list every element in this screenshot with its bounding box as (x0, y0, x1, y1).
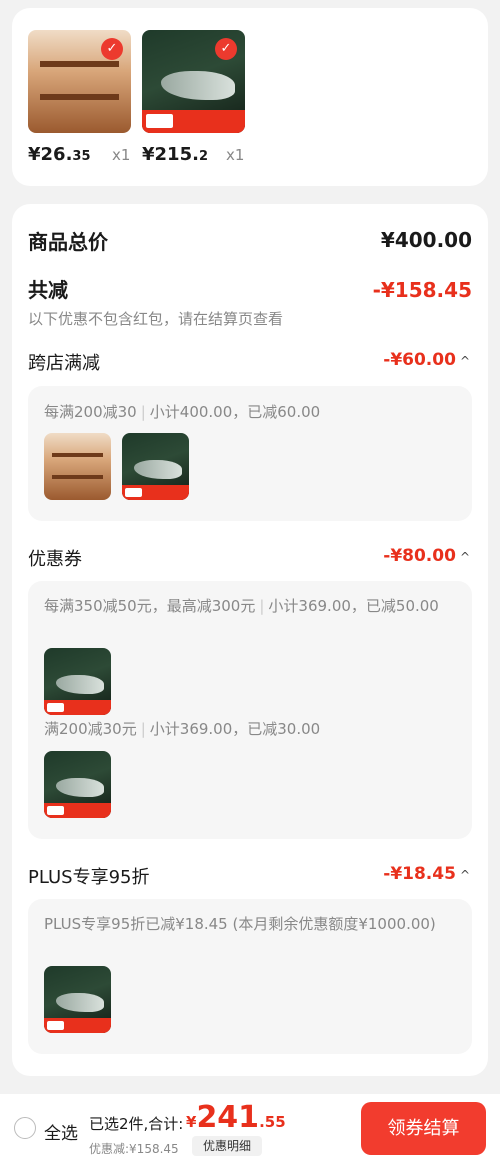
selected-count-text: 已选2件,合计: (89, 1115, 184, 1133)
item-price: ¥26.35 (28, 144, 91, 165)
coupon-title: 优惠券 (28, 549, 82, 570)
item-image-shoe (44, 648, 111, 715)
plus-detail: PLUS专享95折已减¥18.45 (本月剩余优惠额度¥1000.00) (44, 915, 436, 933)
item-quantity: x1 (226, 146, 245, 164)
coupon-detail-2: 小计369.00，已减30.00 (149, 720, 321, 738)
item-image-shoe (44, 751, 111, 818)
cross-store-box: 每满200减30 | 小计400.00，已减60.00 (28, 386, 472, 521)
select-all-radio[interactable] (14, 1117, 36, 1139)
chevron-up-icon: ^ (459, 868, 470, 882)
cross-store-rule: 每满200减30 (44, 403, 137, 421)
total-price-value: ¥400.00 (380, 228, 472, 252)
total-reduce-label: 共减 (28, 278, 68, 302)
selected-items-card: ✓ ✓ ¥26.35 x1 ¥215.2 x1 (12, 8, 488, 186)
item-image-shoe (44, 966, 111, 1033)
coupon-toggle[interactable]: -¥80.00 ^ (383, 546, 470, 566)
coupon-detail-1: 小计369.00，已减50.00 (268, 597, 439, 615)
plus-toggle[interactable]: -¥18.45 ^ (383, 864, 470, 884)
cross-store-detail: 小计400.00，已减60.00 (149, 403, 321, 421)
cross-store-title: 跨店满减 (28, 353, 100, 374)
discount-summary: 优惠减:¥158.45 (89, 1142, 179, 1156)
plus-title: PLUS专享95折 (28, 867, 150, 888)
item-image-bookshelf (44, 433, 111, 500)
plus-box: PLUS专享95折已减¥18.45 (本月剩余优惠额度¥1000.00) (28, 899, 472, 1054)
discount-detail-button[interactable]: 优惠明细 (192, 1136, 262, 1156)
coupon-box: 每满350减50元，最高减300元 | 小计369.00，已减50.00 满200减… (28, 581, 472, 839)
checkout-button[interactable]: 领券结算 (361, 1102, 486, 1155)
chevron-up-icon: ^ (459, 354, 470, 368)
coupon-rule-2: 满200减30元 (44, 720, 137, 738)
item-image-bookshelf[interactable]: ✓ (28, 30, 131, 133)
item-image-shoe[interactable]: ✓ (142, 30, 245, 133)
total-amount: ¥241.55 (186, 1100, 286, 1135)
chevron-up-icon: ^ (459, 550, 470, 564)
check-icon[interactable]: ✓ (101, 38, 123, 60)
discount-detail-card: 商品总价 ¥400.00 共减 -¥158.45 以下优惠不包含红包，请在结算页… (12, 204, 488, 1076)
item-image-shoe (122, 433, 189, 500)
total-price-label: 商品总价 (28, 230, 108, 254)
discount-note: 以下优惠不包含红包，请在结算页查看 (28, 310, 284, 328)
item-quantity: x1 (112, 146, 131, 164)
checkout-bar: 全选 已选2件,合计: ¥241.55 优惠减:¥158.45 优惠明细 领券结… (0, 1094, 500, 1162)
select-all-label[interactable]: 全选 (44, 1119, 78, 1144)
total-reduce-value: -¥158.45 (372, 278, 472, 302)
coupon-rule-1: 每满350减50元，最高减300元 (44, 597, 256, 615)
cross-store-toggle[interactable]: -¥60.00 ^ (383, 350, 470, 370)
item-price: ¥215.2 (142, 144, 208, 165)
check-icon[interactable]: ✓ (215, 38, 237, 60)
